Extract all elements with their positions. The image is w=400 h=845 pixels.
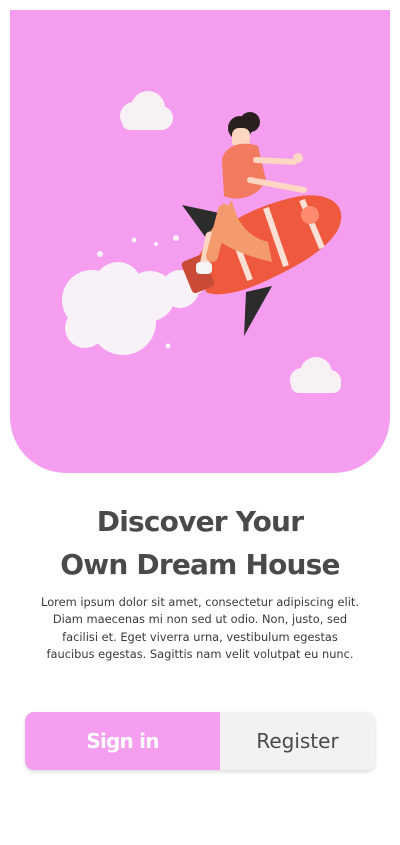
register-button[interactable]: Register [220, 712, 375, 770]
cloud-icon [120, 91, 173, 130]
fin-shape [244, 286, 272, 336]
title-line: Own Dream House [60, 548, 340, 581]
auth-button-group: Sign in Register [25, 712, 375, 770]
rocket-illustration [62, 91, 342, 393]
hero-banner [10, 10, 390, 473]
smoke-cloud-icon [62, 235, 206, 355]
title-line: Discover Your [96, 505, 304, 538]
sign-in-button[interactable]: Sign in [25, 712, 220, 770]
description-text: Lorem ipsum dolor sit amet, consectetur … [41, 595, 359, 662]
cloud-icon [290, 357, 341, 393]
page-title: Discover Your Own Dream House [0, 500, 400, 586]
